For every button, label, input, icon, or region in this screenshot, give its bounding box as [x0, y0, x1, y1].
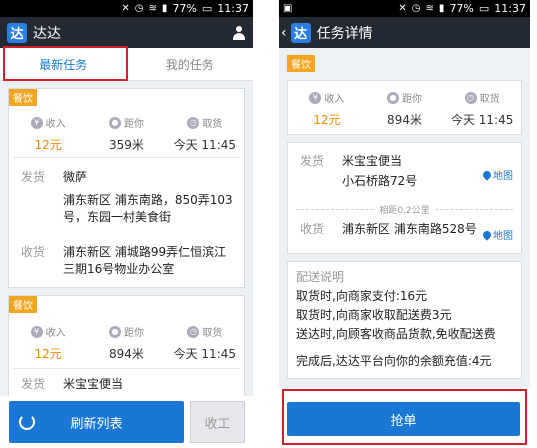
category-badge: 餐饮: [9, 89, 37, 106]
receive-map-link[interactable]: 地图: [481, 227, 513, 242]
stat-distance: ● 距你 894米: [387, 91, 422, 127]
back-arrow-icon[interactable]: ‹: [281, 25, 287, 41]
battery-icon: ▭: [478, 2, 490, 15]
bottom-action-bar: 刷新列表 收工: [0, 396, 253, 448]
receive-row: 收货 浦东新区 浦城路99弄仁恒滨江三期16号物业办公室: [21, 244, 236, 284]
task-stats: ¥ 收入 12元 ● 距你 894米 ◷ 取货 今天 11:45: [288, 90, 521, 128]
tab-my-tasks[interactable]: 我的任务: [127, 48, 254, 80]
app-logo-icon: 达: [290, 22, 311, 43]
alarm-icon: ◷: [134, 3, 144, 14]
stat-income: ¥ 收入 12元: [288, 90, 366, 128]
category-badge: 餐饮: [9, 296, 37, 313]
ship-label: 发货: [21, 377, 46, 391]
clock-icon: ◷: [187, 325, 200, 338]
app-bar: ‹ 达 任务详情: [279, 17, 530, 48]
user-profile-icon[interactable]: [232, 25, 246, 40]
stat-income: ¥ 收入 12元: [9, 115, 87, 153]
notes-title: 配送说明: [296, 270, 345, 284]
receive-label: 收货: [300, 222, 325, 236]
distance-note: 相距0.2公里: [288, 203, 521, 216]
battery-icon: ▭: [201, 2, 213, 15]
receive-label: 收货: [21, 245, 46, 259]
note-line: 取货时,向商家支付:16元: [296, 289, 428, 303]
stat-pickup-time: ◷ 取货 今天 11:45: [173, 325, 237, 361]
page-title: 任务详情: [316, 25, 373, 42]
ship-label: 发货: [300, 154, 325, 168]
ship-name: 微萨: [63, 170, 88, 184]
app-bar: 达 达达: [0, 17, 253, 48]
clock-icon: ◷: [187, 116, 200, 129]
ship-row: 发货 微萨 浦东新区 浦东南路，850弄103号，东园一村美食街: [21, 169, 236, 239]
battery-level: 77%: [449, 2, 474, 15]
status-bar: ▣ ✕ ◷ ≋ ▮ 77% ▭ 11:37: [279, 0, 530, 17]
image-icon: ▣: [283, 3, 293, 14]
category-badge: 餐饮: [287, 55, 315, 72]
refresh-list-button[interactable]: 刷新列表: [9, 401, 184, 443]
app-title: 达达: [33, 25, 61, 42]
location-icon: ●: [387, 91, 399, 104]
off-work-button[interactable]: 收工: [190, 401, 245, 443]
ship-map-link[interactable]: 地图: [481, 167, 513, 182]
note-line: 送达时,向顾客收商品货款,免收配送费: [296, 327, 496, 341]
stat-pickup-time: ◷ 取货 今天 11:45: [450, 91, 514, 127]
delivery-notes-card: 配送说明 取货时,向商家支付:16元 取货时,向商家收取配送费3元 送达时,向顾…: [287, 261, 522, 379]
yen-icon: ¥: [30, 325, 43, 338]
highlight-box: [3, 46, 128, 81]
app-logo-icon: 达: [7, 22, 27, 43]
divider: [13, 157, 240, 158]
signal-icon: ▮: [438, 3, 445, 14]
mute-icon: ✕: [121, 3, 130, 14]
battery-level: 77%: [172, 2, 197, 15]
task-stats: ¥ 收入 12元 ● 距你 894米 ◷ 取货 今天 11:45: [9, 324, 244, 362]
task-card[interactable]: 餐饮 ¥ 收入 12元 ● 距你 894米 ◷ 取货 今天 11:45 发货 米宝宝便…: [8, 295, 245, 405]
task-tabs: 最新任务 我的任务: [0, 46, 254, 81]
yen-icon: ¥: [309, 91, 322, 104]
refresh-icon: [19, 414, 35, 430]
task-stats-card: ¥ 收入 12元 ● 距你 894米 ◷ 取货 今天 11:45: [287, 80, 522, 135]
wifi-icon: ≋: [425, 3, 434, 14]
alarm-icon: ◷: [411, 3, 421, 14]
stat-pickup-time: ◷ 取货 今天 11:45: [173, 116, 237, 152]
right-phone-screen: ▣ ✕ ◷ ≋ ▮ 77% ▭ 11:37 ‹ 达 任务详情 餐饮 ¥ 收入 12…: [279, 0, 530, 448]
stat-income: ¥ 收入 12元: [9, 324, 87, 362]
clock-icon: ◷: [464, 91, 477, 104]
stat-distance: ● 距你 894米: [108, 325, 144, 361]
location-icon: ●: [108, 325, 121, 338]
ship-label: 发货: [21, 170, 46, 184]
stat-distance: ● 距你 359米: [108, 116, 144, 152]
address-card: 发货 米宝宝便当 小石桥路72号 地图 相距0.2公里 收货 浦东新区 浦东南路…: [287, 142, 522, 254]
map-pin-icon: [481, 228, 493, 241]
task-stats: ¥ 收入 12元 ● 距你 359米 ◷ 取货 今天 11:45: [9, 115, 244, 153]
map-pin-icon: [481, 168, 493, 181]
location-icon: ●: [108, 116, 121, 129]
wifi-icon: ≋: [148, 3, 157, 14]
note-line: 取货时,向商家收取配送费3元: [296, 308, 452, 322]
task-card[interactable]: 餐饮 ¥ 收入 12元 ● 距你 359米 ◷ 取货 今天 11:45 发货 微萨 浦…: [8, 88, 245, 288]
highlight-box: [282, 389, 527, 445]
clock: 11:37: [494, 2, 526, 15]
delivery-notes: 配送说明 取货时,向商家支付:16元 取货时,向商家收取配送费3元 送达时,向顾…: [296, 268, 513, 371]
yen-icon: ¥: [30, 116, 43, 129]
divider: [13, 368, 240, 369]
note-line: 完成后,达达平台向你的余额充值:4元: [296, 354, 492, 368]
status-bar: ✕ ◷ ≋ ▮ 77% ▭ 11:37: [0, 0, 253, 17]
signal-icon: ▮: [161, 3, 168, 14]
clock: 11:37: [217, 2, 249, 15]
ship-address: 浦东新区 浦东南路，850弄103号，东园一村美食街: [63, 193, 233, 224]
ship-name: 米宝宝便当: [63, 377, 124, 391]
mute-icon: ✕: [398, 3, 407, 14]
left-phone-screen: ✕ ◷ ≋ ▮ 77% ▭ 11:37 达 达达 最新任务 我的任务 餐饮 ¥ 收…: [0, 0, 253, 448]
receive-address: 浦东新区 浦城路99弄仁恒滨江三期16号物业办公室: [63, 245, 227, 276]
